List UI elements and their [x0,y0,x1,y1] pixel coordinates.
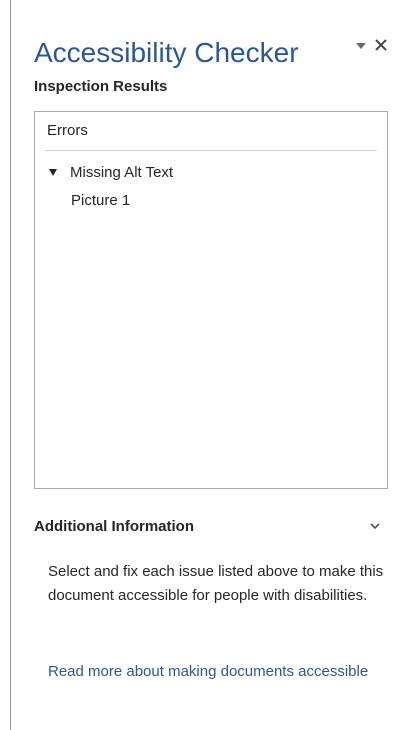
additional-information-heading: Additional Information [34,518,194,535]
pane-options-button[interactable] [353,38,369,54]
expand-collapse-icon[interactable] [49,168,57,176]
close-icon [375,39,387,51]
accessibility-checker-pane: Accessibility Checker Inspection Results… [11,0,402,730]
errors-section-header: Errors [47,122,88,139]
section-divider [45,150,377,151]
group-missing-alt-text[interactable]: Missing Alt Text [47,161,173,183]
inspection-results-heading: Inspection Results [34,78,168,95]
result-item-picture-1[interactable]: Picture 1 [71,190,130,212]
inspection-results-list[interactable]: Errors Missing Alt Text Picture 1 [34,111,388,489]
close-pane-button[interactable] [373,36,389,54]
additional-information-toggle[interactable]: Additional Information [34,516,389,538]
read-more-link[interactable]: Read more about making documents accessi… [48,660,388,684]
chevron-down-icon [370,523,380,530]
group-label: Missing Alt Text [70,163,174,181]
dropdown-triangle-icon [356,43,366,49]
additional-information-body: Select and fix each issue listed above t… [48,563,384,604]
pane-title: Accessibility Checker [34,37,299,68]
